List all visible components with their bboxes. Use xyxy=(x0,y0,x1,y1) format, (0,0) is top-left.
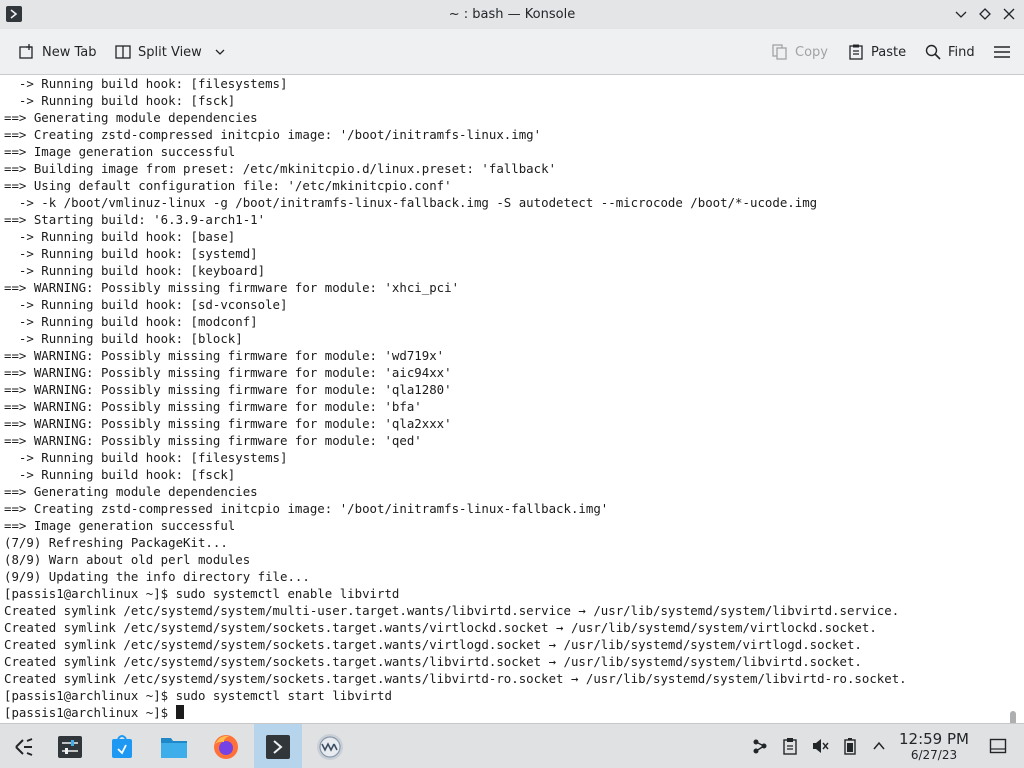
clock-time: 12:59 PM xyxy=(899,730,969,748)
terminal-view[interactable]: -> Running build hook: [filesystems] -> … xyxy=(0,75,1024,723)
chevron-down-icon xyxy=(955,11,967,18)
konsole-toolbar: New Tab Split View Copy Paste Find xyxy=(0,29,1024,75)
split-view-label: Split View xyxy=(138,44,202,60)
find-button[interactable]: Find xyxy=(920,38,979,66)
taskbar: 12:59 PM 6/27/23 xyxy=(0,723,1024,768)
terminal-line: ==> Generating module dependencies xyxy=(4,484,258,499)
volume-muted-icon[interactable] xyxy=(810,736,830,756)
clock-date: 6/27/23 xyxy=(910,748,958,762)
terminal-line: Created symlink /etc/systemd/system/mult… xyxy=(4,603,900,618)
terminal-line: -> Running build hook: [fsck] xyxy=(4,467,236,482)
paste-label: Paste xyxy=(871,44,907,60)
show-desktop-icon[interactable] xyxy=(988,736,1008,756)
terminal-output: -> Running build hook: [filesystems] -> … xyxy=(4,75,907,721)
konsole-icon[interactable] xyxy=(254,724,302,768)
hamburger-menu-icon xyxy=(994,46,1010,58)
copy-icon xyxy=(772,44,787,60)
terminal-line: ==> Creating zstd-compressed initcpio im… xyxy=(4,127,542,142)
system-settings-icon[interactable] xyxy=(46,724,94,768)
window-titlebar: ~ : bash — Konsole xyxy=(0,0,1024,29)
terminal-line: ==> Starting build: '6.3.9-arch1-1' xyxy=(4,212,266,227)
copy-button[interactable]: Copy xyxy=(767,38,832,66)
terminal-line: (9/9) Updating the info directory file..… xyxy=(4,569,310,584)
terminal-line: -> Running build hook: [fsck] xyxy=(4,93,236,108)
virt-manager-icon[interactable] xyxy=(306,724,354,768)
chevron-down-icon xyxy=(215,49,225,55)
terminal-scrollbar[interactable] xyxy=(1010,711,1016,723)
copy-label: Copy xyxy=(795,44,828,60)
window-title: ~ : bash — Konsole xyxy=(448,7,576,22)
terminal-line: ==> WARNING: Possibly missing firmware f… xyxy=(4,399,422,414)
terminal-line: Created symlink /etc/systemd/system/sock… xyxy=(4,620,877,635)
terminal-line: Created symlink /etc/systemd/system/sock… xyxy=(4,654,862,669)
split-view-icon xyxy=(115,45,131,59)
konsole-app-icon[interactable] xyxy=(6,6,22,22)
hamburger-menu-button[interactable] xyxy=(988,38,1016,66)
terminal-line: (7/9) Refreshing PackageKit... xyxy=(4,535,228,550)
file-manager-icon[interactable] xyxy=(150,724,198,768)
search-icon xyxy=(925,44,941,60)
terminal-line: ==> Generating module dependencies xyxy=(4,110,258,125)
new-tab-label: New Tab xyxy=(42,44,97,60)
clipboard-icon[interactable] xyxy=(780,736,800,756)
application-launcher-icon[interactable] xyxy=(0,724,48,768)
terminal-line: -> Running build hook: [base] xyxy=(4,229,236,244)
terminal-line: -> Running build hook: [filesystems] xyxy=(4,76,288,91)
terminal-line: (8/9) Warn about old perl modules xyxy=(4,552,251,567)
close-icon xyxy=(1003,8,1015,20)
terminal-line: ==> WARNING: Possibly missing firmware f… xyxy=(4,416,452,431)
terminal-line: Created symlink /etc/systemd/system/sock… xyxy=(4,671,907,686)
terminal-line: ==> WARNING: Possibly missing firmware f… xyxy=(4,433,422,448)
find-label: Find xyxy=(948,44,975,60)
new-tab-button[interactable]: New Tab xyxy=(14,38,101,66)
split-view-button[interactable]: Split View xyxy=(110,38,230,66)
terminal-line: -> Running build hook: [sd-vconsole] xyxy=(4,297,288,312)
discover-store-icon[interactable] xyxy=(98,724,146,768)
diamond-icon xyxy=(979,8,991,20)
terminal-line: ==> WARNING: Possibly missing firmware f… xyxy=(4,382,452,397)
terminal-line: -> Running build hook: [keyboard] xyxy=(4,263,266,278)
digital-clock[interactable]: 12:59 PM 6/27/23 xyxy=(896,730,972,762)
paste-icon xyxy=(849,44,863,60)
terminal-line: -> Running build hook: [systemd] xyxy=(4,246,258,261)
terminal-line: -> Running build hook: [block] xyxy=(4,331,243,346)
firefox-icon[interactable] xyxy=(202,724,250,768)
minimize-button[interactable] xyxy=(952,5,970,23)
close-button[interactable] xyxy=(1000,5,1018,23)
maximize-button[interactable] xyxy=(976,5,994,23)
terminal-line: [passis1@archlinux ~]$ sudo systemctl en… xyxy=(4,586,400,601)
paste-button[interactable]: Paste xyxy=(843,38,910,66)
terminal-prompt: [passis1@archlinux ~]$ xyxy=(4,705,176,720)
terminal-line: ==> WARNING: Possibly missing firmware f… xyxy=(4,348,445,363)
terminal-line: -> -k /boot/vmlinuz-linux -g /boot/initr… xyxy=(4,195,818,210)
terminal-line: -> Running build hook: [modconf] xyxy=(4,314,258,329)
new-tab-icon xyxy=(19,44,33,59)
terminal-line: -> Running build hook: [filesystems] xyxy=(4,450,288,465)
text-cursor xyxy=(175,705,184,719)
terminal-line: ==> WARNING: Possibly missing firmware f… xyxy=(4,280,460,295)
terminal-line: ==> Image generation successful xyxy=(4,518,236,533)
terminal-prompt-line: [passis1@archlinux ~]$ xyxy=(4,704,907,721)
terminal-line: Created symlink /etc/systemd/system/sock… xyxy=(4,637,862,652)
expand-tray-icon[interactable] xyxy=(869,736,889,756)
terminal-line: ==> Using default configuration file: '/… xyxy=(4,178,452,193)
terminal-line: [passis1@archlinux ~]$ sudo systemctl st… xyxy=(4,688,392,703)
terminal-line: ==> Image generation successful xyxy=(4,144,236,159)
terminal-line: ==> Building image from preset: /etc/mki… xyxy=(4,161,557,176)
terminal-line: ==> WARNING: Possibly missing firmware f… xyxy=(4,365,452,380)
battery-icon[interactable] xyxy=(840,736,860,756)
network-icon[interactable] xyxy=(750,736,770,756)
terminal-line: ==> Creating zstd-compressed initcpio im… xyxy=(4,501,609,516)
